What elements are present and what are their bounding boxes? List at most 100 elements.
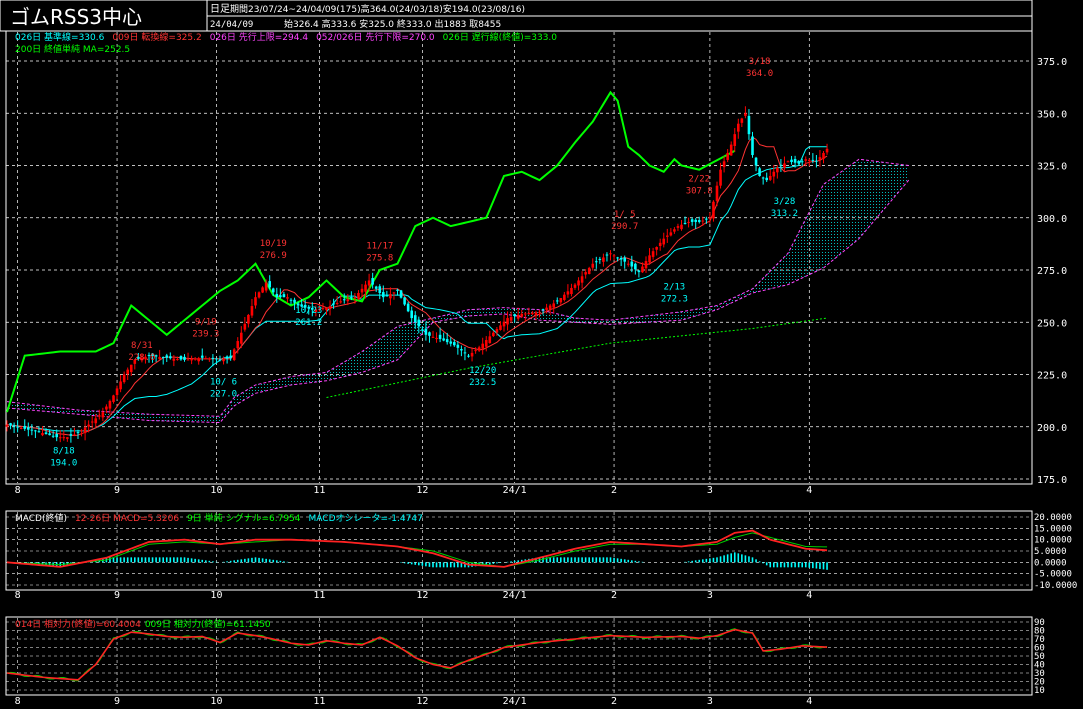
candle-body xyxy=(112,395,115,402)
candle-body xyxy=(183,356,186,360)
annotation-date: 3/18 xyxy=(749,57,771,67)
candle-body xyxy=(44,432,48,435)
period-line: 期間23/07/24~24/04/09(175)高364.0(24/03/18)… xyxy=(230,3,525,15)
annotation-value: 275.8 xyxy=(366,253,393,263)
candle-body xyxy=(779,164,783,166)
annotation-value: 261.2 xyxy=(295,318,322,328)
candle-body xyxy=(16,426,19,428)
candle-body xyxy=(662,238,666,245)
candle-body xyxy=(62,437,66,439)
candle-body xyxy=(822,152,825,159)
candle-body xyxy=(751,136,754,156)
candle-body xyxy=(626,263,630,265)
candle-body xyxy=(5,424,9,427)
price-tick-label: 225.0 xyxy=(1037,371,1067,382)
price-tick-label: 350.0 xyxy=(1037,109,1067,120)
candle-body xyxy=(357,292,360,299)
candle-body xyxy=(211,357,215,360)
annotation-value: 290.7 xyxy=(611,222,638,232)
annotation-value: 194.0 xyxy=(50,458,77,468)
candle-body xyxy=(719,169,722,186)
candle-body xyxy=(818,157,822,160)
candle-body xyxy=(524,313,527,315)
candle-body xyxy=(641,266,644,273)
candle-body xyxy=(51,435,55,437)
candle-body xyxy=(435,337,438,340)
macd-tick-label: 20.0000 xyxy=(1034,513,1072,523)
candle-body xyxy=(204,358,208,360)
candle-body xyxy=(754,157,758,166)
candle-body xyxy=(516,314,520,319)
header: ゴムRSS3中心 日足 期間23/07/24~24/04/09(175)高364… xyxy=(0,0,1033,32)
macd-tick-label: -10.0000 xyxy=(1034,581,1077,591)
candle-body xyxy=(399,290,403,298)
candle-body xyxy=(552,303,555,308)
candle-body xyxy=(34,430,37,432)
candle-body xyxy=(165,355,169,358)
candle-body xyxy=(392,292,396,294)
candle-body xyxy=(208,358,211,360)
candle-body xyxy=(129,364,133,373)
candle-body xyxy=(456,344,460,348)
candle-body xyxy=(584,272,587,275)
time-tick-label: 2 xyxy=(611,485,617,496)
candle-body xyxy=(169,356,172,359)
candle-body xyxy=(669,232,673,236)
candle-body xyxy=(389,294,392,299)
main-price-axis: 375.0 350.0 325.0 300.0 275.0 250.0 225.0 200.0… xyxy=(1037,57,1067,486)
candle-body xyxy=(438,334,442,339)
candle-body xyxy=(694,219,697,222)
time-tick-label: 12 xyxy=(416,590,428,601)
candle-body xyxy=(23,425,27,429)
candle-body xyxy=(697,220,701,222)
candle-body xyxy=(364,284,367,292)
candle-body xyxy=(225,356,229,359)
price-tick-label: 300.0 xyxy=(1037,214,1067,225)
candle-body xyxy=(161,356,165,358)
legend-item: 009日 転換線=325.2 xyxy=(112,31,201,43)
candle-body xyxy=(758,168,761,176)
candle-body xyxy=(268,281,271,288)
macd-plot xyxy=(6,529,828,570)
candle-body xyxy=(811,159,815,161)
candle-body xyxy=(229,355,232,358)
time-tick-label: 24/1 xyxy=(503,696,527,707)
candle-body xyxy=(747,115,751,135)
rsi-tick-label: 10 xyxy=(1034,686,1045,696)
macd-tick-label: 5.0000 xyxy=(1034,547,1067,557)
candle-body xyxy=(105,406,108,410)
candle-body xyxy=(708,217,712,219)
rsi-14-line xyxy=(6,628,828,681)
candle-body xyxy=(744,113,747,116)
candle-body xyxy=(804,159,808,161)
candle-body xyxy=(232,349,236,361)
macd-tick-label: 10.0000 xyxy=(1034,536,1072,546)
candle-body xyxy=(58,437,62,439)
candle-body xyxy=(609,253,612,255)
candle-body xyxy=(73,434,76,436)
candle-body xyxy=(701,220,705,222)
candle-body xyxy=(37,431,41,433)
candle-body xyxy=(737,123,740,132)
candle-body xyxy=(676,226,680,228)
macd-tick-label: 0.0000 xyxy=(1034,558,1067,568)
time-tick-label: 3 xyxy=(707,696,713,707)
candle-body xyxy=(474,350,477,352)
candle-body xyxy=(353,297,357,299)
candle-body xyxy=(559,298,563,303)
candle-body xyxy=(176,359,179,361)
candle-body xyxy=(563,294,566,300)
candle-body xyxy=(481,343,484,349)
stock-chart: ゴムRSS3中心 日足 期間23/07/24~24/04/09(175)高364… xyxy=(0,0,1077,707)
rsi-label: 014日 相対力(終値)=60.4004 009日 相対力(終値)=61.1450 xyxy=(15,618,271,630)
candle-body xyxy=(332,303,335,305)
candle-body xyxy=(360,288,364,293)
candle-body xyxy=(634,263,637,270)
candle-body xyxy=(197,358,200,362)
candle-body xyxy=(541,309,545,311)
candle-body xyxy=(800,161,804,163)
candle-body xyxy=(342,299,346,301)
time-tick-label: 4 xyxy=(806,696,812,707)
candle-body xyxy=(12,425,16,427)
candle-body xyxy=(538,311,541,313)
